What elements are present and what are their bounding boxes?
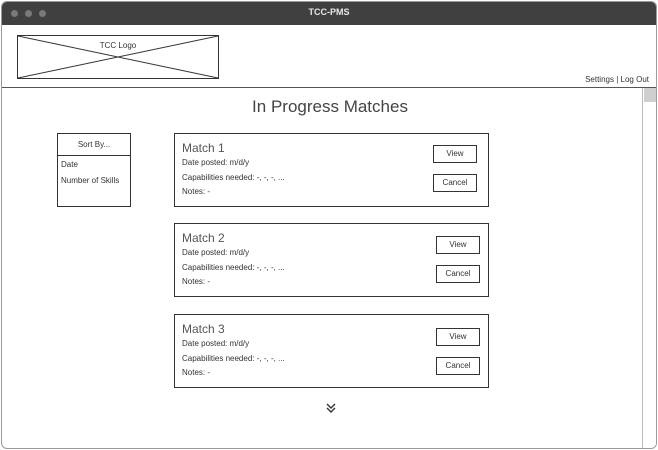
cancel-button[interactable]: Cancel [436, 265, 480, 283]
match-date: Date posted: m/d/y [182, 339, 250, 348]
logo-text: TCC Logo [99, 41, 137, 50]
settings-link[interactable]: Settings [585, 75, 614, 84]
match-capabilities: Capabilities needed: -, -, -, ... [182, 354, 285, 363]
match-title: Match 1 [182, 141, 225, 155]
window-title: TCC-PMS [308, 7, 350, 17]
match-notes: Notes: - [182, 277, 211, 286]
cancel-button[interactable]: Cancel [433, 174, 477, 192]
match-capabilities: Capabilities needed: -, -, -, ... [182, 173, 285, 182]
sort-panel: Sort By... [57, 133, 131, 207]
page-title: In Progress Matches [252, 97, 408, 116]
match-date: Date posted: m/d/y [182, 158, 250, 167]
cancel-button[interactable]: Cancel [436, 357, 480, 375]
view-button[interactable]: View [436, 236, 480, 254]
match-card: Match 2 Date posted: m/d/y Capabilities … [174, 223, 489, 297]
app-window: TCC-PMS TCC Logo Settings | Log Out In P… [1, 1, 657, 449]
match-card: Match 3 Date posted: m/d/y Capabilities … [174, 314, 489, 388]
match-title: Match 2 [182, 231, 225, 245]
logout-link[interactable]: Log Out [621, 75, 649, 84]
double-chevron-down-icon[interactable] [325, 402, 337, 414]
account-links: Settings | Log Out [585, 75, 649, 84]
link-separator: | [616, 75, 619, 84]
match-notes: Notes: - [182, 187, 211, 196]
match-notes: Notes: - [182, 368, 211, 377]
match-date: Date posted: m/d/y [182, 248, 250, 257]
match-capabilities: Capabilities needed: -, -, -, ... [182, 263, 285, 272]
view-button[interactable]: View [436, 328, 480, 346]
header-divider [2, 87, 656, 88]
vertical-scrollbar[interactable] [642, 88, 656, 448]
match-title: Match 3 [182, 322, 225, 336]
sort-option-date[interactable]: Date [61, 160, 78, 169]
title-bar: TCC-PMS [2, 2, 656, 25]
sort-option-number-of-skills[interactable]: Number of Skills [61, 176, 119, 185]
logo-placeholder: TCC Logo [17, 35, 219, 79]
sort-by-button[interactable]: Sort By... [58, 134, 130, 156]
match-card: Match 1 Date posted: m/d/y Capabilities … [174, 133, 489, 207]
view-button[interactable]: View [433, 145, 477, 163]
